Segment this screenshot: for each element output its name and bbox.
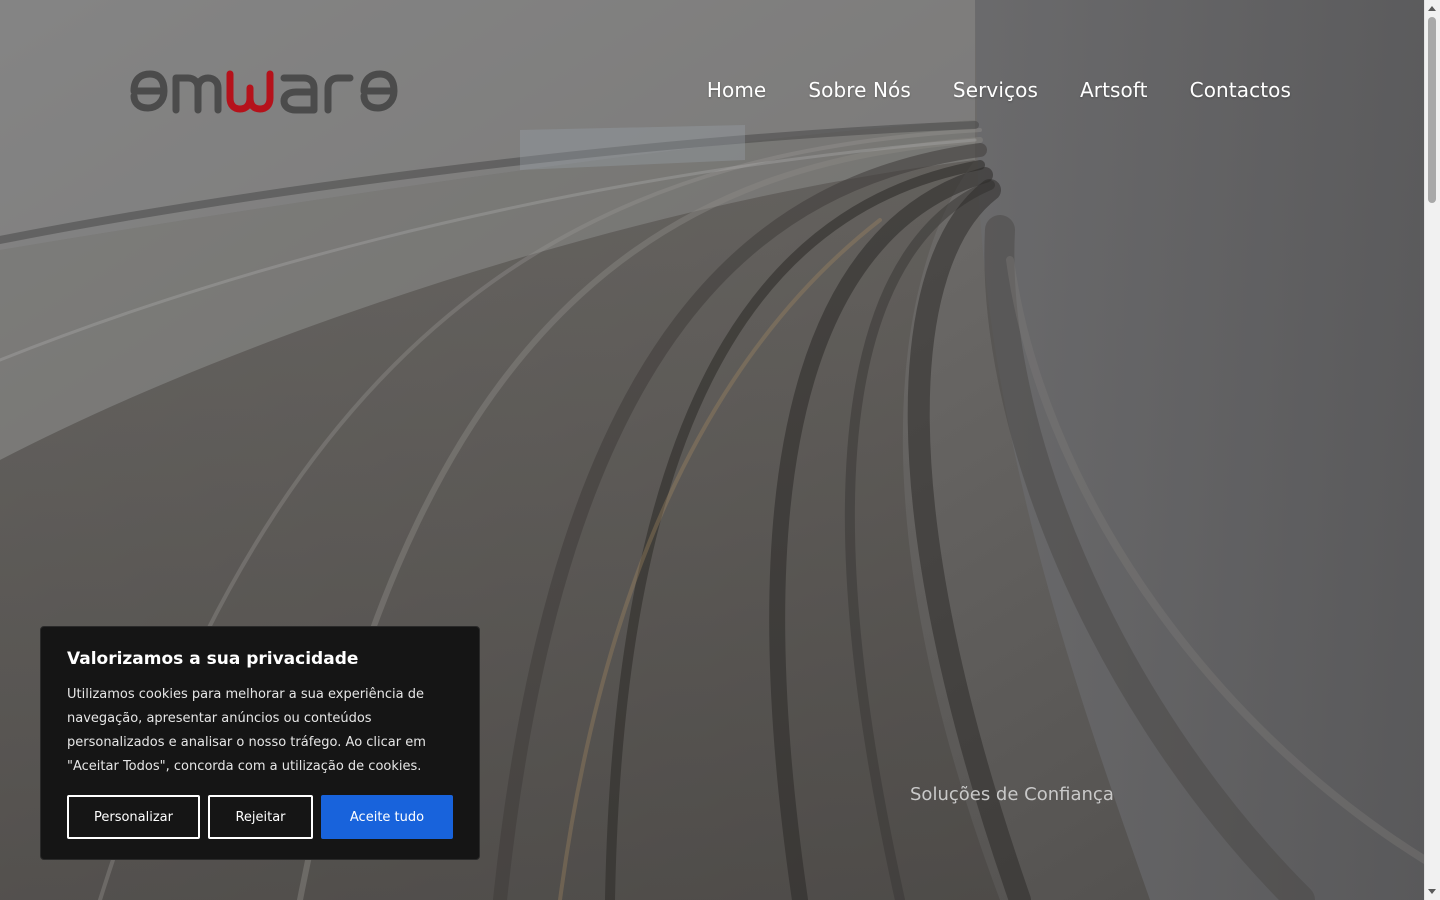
hero-tagline: Soluções de Confiança <box>910 784 1114 805</box>
page: Home Sobre Nós Serviços Artsoft Contacto… <box>0 0 1440 900</box>
emware-logo[interactable] <box>128 64 408 120</box>
nav-item-sobre-nos[interactable]: Sobre Nós <box>808 78 911 102</box>
nav-item-contactos[interactable]: Contactos <box>1190 78 1291 102</box>
accept-all-button[interactable]: Aceite tudo <box>321 795 453 839</box>
scroll-down-arrow-icon[interactable] <box>1428 889 1436 894</box>
main-navigation: Home Sobre Nós Serviços Artsoft Contacto… <box>707 78 1291 102</box>
cookie-banner-actions: Personalizar Rejeitar Aceite tudo <box>67 795 453 839</box>
nav-item-home[interactable]: Home <box>707 78 766 102</box>
cookie-consent-banner: Valorizamos a sua privacidade Utilizamos… <box>40 626 480 860</box>
customize-button[interactable]: Personalizar <box>67 795 200 839</box>
nav-item-artsoft[interactable]: Artsoft <box>1080 78 1148 102</box>
cookie-banner-title: Valorizamos a sua privacidade <box>67 649 359 669</box>
nav-item-servicos[interactable]: Serviços <box>953 78 1038 102</box>
scrollbar-thumb[interactable] <box>1428 17 1436 203</box>
cookie-banner-text: Utilizamos cookies para melhorar a sua e… <box>67 687 426 774</box>
site-header: Home Sobre Nós Serviços Artsoft Contacto… <box>0 0 1425 185</box>
vertical-scrollbar[interactable] <box>1424 0 1440 900</box>
scroll-up-arrow-icon[interactable] <box>1428 6 1436 11</box>
reject-button[interactable]: Rejeitar <box>208 795 313 839</box>
